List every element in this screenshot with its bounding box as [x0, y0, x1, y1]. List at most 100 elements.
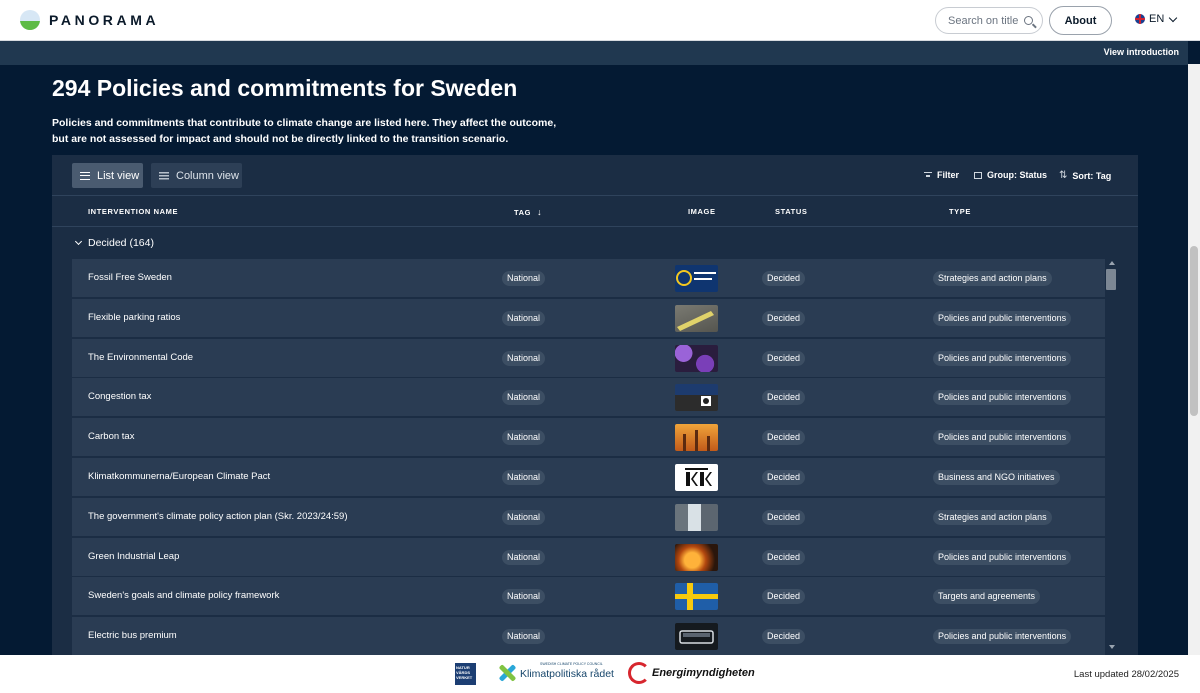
swedish-flag-graphic: [675, 583, 718, 611]
klimatpolitiska-radet-logo[interactable]: SWEDISH CLIMATE POLICY COUNCIL Klimatpol…: [497, 662, 614, 683]
list-icon: [80, 171, 90, 180]
language-label: EN: [1149, 13, 1165, 25]
tag-pill: National: [502, 430, 546, 446]
table-row[interactable]: The Environmental Code National Decided …: [72, 338, 1105, 377]
search-input[interactable]: [948, 13, 1024, 29]
sort-icon: ⇅: [1059, 170, 1068, 181]
status-pill: Decided: [762, 310, 806, 326]
panorama-logo[interactable]: PANORAMA: [20, 10, 159, 30]
intervention-name[interactable]: Fossil Free Sweden: [88, 272, 172, 283]
type-pill: Policies and public interventions: [933, 629, 1072, 645]
group-icon: [974, 171, 982, 179]
intervention-name[interactable]: The government's climate policy action p…: [88, 511, 348, 522]
type-pill: Targets and agreements: [933, 589, 1041, 605]
table-row[interactable]: Klimatkommunerna/European Climate Pact N…: [72, 457, 1105, 496]
table-body: Fossil Free Sweden National Decided Stra…: [72, 259, 1105, 655]
klimat-subtitle: SWEDISH CLIMATE POLICY COUNCIL: [540, 662, 603, 666]
city-traffic-image: [675, 384, 718, 412]
group-button[interactable]: Group: Status: [974, 170, 1047, 180]
intervention-name[interactable]: Congestion tax: [88, 391, 151, 402]
city-traffic-graphic: [701, 396, 711, 407]
energi-text: Energimyndigheten: [652, 667, 755, 679]
about-button[interactable]: About: [1049, 6, 1112, 35]
type-pill: Policies and public interventions: [933, 430, 1072, 446]
table-row[interactable]: Electric bus premium National Decided Po…: [72, 617, 1105, 655]
tag-pill: National: [502, 310, 546, 326]
intervention-name[interactable]: Sweden's goals and climate policy framew…: [88, 590, 279, 601]
waterfall-image: [675, 503, 718, 531]
filter-button[interactable]: Filter: [924, 170, 959, 180]
intervention-name[interactable]: The Environmental Code: [88, 352, 193, 363]
intervention-name[interactable]: Green Industrial Leap: [88, 551, 179, 562]
chevron-down-icon: [1169, 13, 1178, 22]
intervention-name[interactable]: Carbon tax: [88, 431, 134, 442]
uk-flag-icon: [1135, 14, 1145, 24]
search-icon[interactable]: [1024, 16, 1033, 25]
column-header-status[interactable]: STATUS: [775, 207, 808, 216]
page-scrollbar[interactable]: [1188, 64, 1200, 655]
status-pill: Decided: [762, 390, 806, 406]
page-scrollbar-thumb[interactable]: [1190, 246, 1198, 416]
smokestack-image: [675, 424, 718, 452]
landscape-logo-icon: [20, 10, 40, 30]
table-row[interactable]: Fossil Free Sweden National Decided Stra…: [72, 259, 1105, 297]
list-view-button[interactable]: List view: [72, 163, 143, 188]
column-header-tag[interactable]: TAG ↓: [514, 207, 542, 217]
table-row[interactable]: The government's climate policy action p…: [72, 497, 1105, 536]
table-row[interactable]: Flexible parking ratios National Decided…: [72, 298, 1105, 337]
naturvardsverket-logo[interactable]: NATUR VÅRDS VERKET: [455, 663, 476, 685]
type-pill: Strategies and action plans: [933, 271, 1052, 286]
table-scrollbar-thumb[interactable]: [1106, 269, 1116, 290]
status-pill: Decided: [762, 549, 806, 565]
klimatkommunerna-logo-image: [675, 463, 718, 491]
tag-pill: National: [502, 350, 546, 366]
type-pill: Policies and public interventions: [933, 390, 1072, 406]
sort-arrow-down-icon: ↓: [537, 207, 543, 217]
scroll-down-icon[interactable]: [1109, 645, 1115, 649]
status-pill: Decided: [762, 430, 806, 446]
table-row[interactable]: Green Industrial Leap National Decided P…: [72, 537, 1105, 576]
table-scrollbar[interactable]: [1106, 259, 1117, 651]
page-title: 294 Policies and commitments for Sweden: [52, 75, 518, 101]
molten-steel-image: [675, 543, 718, 571]
view-introduction-link[interactable]: View introduction: [1104, 47, 1179, 57]
status-pill: Decided: [762, 629, 806, 645]
energi-mark-icon: [628, 662, 650, 684]
klimatkommunerna-logo-graphic: [685, 467, 712, 486]
search-box[interactable]: [935, 7, 1043, 34]
sort-button[interactable]: ⇅ Sort: Tag: [1059, 170, 1111, 181]
table-row[interactable]: Carbon tax National Decided Policies and…: [72, 418, 1105, 457]
status-pill: Decided: [762, 469, 806, 485]
smokestack-graphic: [683, 430, 710, 452]
status-pill: Decided: [762, 509, 806, 525]
road-marking-image: [675, 304, 718, 332]
intervention-name[interactable]: Klimatkommunerna/European Climate Pact: [88, 471, 270, 482]
bus-graphic: [679, 630, 714, 644]
table-row[interactable]: Congestion tax National Decided Policies…: [72, 378, 1105, 417]
column-header-type[interactable]: TYPE: [949, 207, 971, 216]
caret-down-icon: [74, 237, 83, 246]
type-pill: Policies and public interventions: [933, 549, 1072, 565]
tag-pill: National: [502, 390, 546, 406]
swedish-flag-image: [675, 583, 718, 611]
intervention-name[interactable]: Electric bus premium: [88, 630, 177, 641]
column-header-image: IMAGE: [688, 207, 716, 216]
intervention-name[interactable]: Flexible parking ratios: [88, 312, 180, 323]
road-marking-graphic: [677, 310, 714, 331]
top-bar: PANORAMA About EN: [0, 0, 1200, 41]
column-header-name[interactable]: INTERVENTION NAME: [88, 207, 178, 216]
energimyndigheten-logo[interactable]: Energimyndigheten: [628, 662, 755, 684]
table-row[interactable]: Sweden's goals and climate policy framew…: [72, 577, 1105, 616]
column-view-button[interactable]: Column view: [151, 163, 242, 188]
columns-icon: [159, 171, 169, 180]
tag-pill: National: [502, 509, 546, 525]
language-selector[interactable]: EN: [1135, 13, 1178, 25]
klimat-x-icon: [497, 663, 517, 683]
sort-label: Sort: Tag: [1072, 170, 1112, 181]
type-pill: Policies and public interventions: [933, 310, 1072, 326]
group-toggle-decided[interactable]: Decided (164): [74, 237, 154, 249]
klimat-text: Klimatpolitiska rådet: [520, 668, 614, 680]
type-pill: Policies and public interventions: [933, 350, 1072, 366]
scroll-up-icon[interactable]: [1109, 261, 1115, 265]
group-label-decided: Decided (164): [88, 237, 154, 249]
